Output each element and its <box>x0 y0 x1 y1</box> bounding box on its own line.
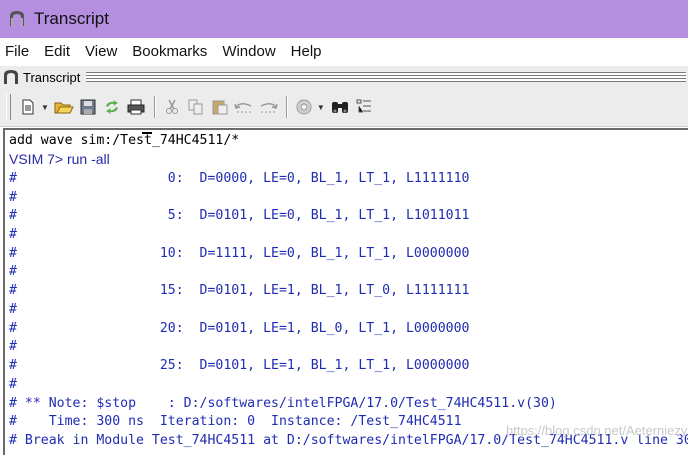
transcript-panel-header[interactable]: Transcript <box>0 66 688 88</box>
new-file-icon[interactable] <box>17 96 39 118</box>
console-line: # 20: D=0101, LE=1, BL_0, LT_1, L0000000 <box>9 321 470 336</box>
console-line: # <box>9 264 17 279</box>
save-icon[interactable] <box>77 96 99 118</box>
window-titlebar: Transcript <box>0 0 688 38</box>
toolbar-handle[interactable] <box>6 94 11 120</box>
paste-icon[interactable] <box>209 96 231 118</box>
console-line: # <box>9 227 17 242</box>
toolbar-separator <box>285 96 288 118</box>
print-icon[interactable] <box>125 96 147 118</box>
watermark: https://blog.csdn.net/Aeterniezy <box>506 423 688 438</box>
console-line: # 15: D=0101, LE=1, BL_1, LT_0, L1111111 <box>9 283 470 298</box>
menu-view[interactable]: View <box>77 43 125 60</box>
console-line: # <box>9 339 17 354</box>
console-line: add wave sim:/Test_74HC4511/* <box>9 133 240 148</box>
cut-icon[interactable] <box>161 96 183 118</box>
compile-icon[interactable] <box>293 96 315 118</box>
find-icon[interactable] <box>329 96 351 118</box>
transcript-panel-icon <box>4 70 18 84</box>
menu-help[interactable]: Help <box>283 43 330 60</box>
new-dropdown-arrow-icon[interactable]: ▼ <box>41 103 49 112</box>
console-note-line: # ** Note: $stop : D:/softwares/intelFPG… <box>9 396 557 411</box>
window-title: Transcript <box>34 9 109 28</box>
menu-bookmarks[interactable]: Bookmarks <box>124 43 215 60</box>
console-line: # <box>9 190 17 205</box>
console-prompt-line: VSIM 7> run -all <box>9 151 110 167</box>
console-line: # <box>9 302 17 317</box>
menu-window[interactable]: Window <box>214 43 283 60</box>
redo-icon[interactable] <box>257 96 279 118</box>
console-note-line: # Time: 300 ns Iteration: 0 Instance: /T… <box>9 414 462 429</box>
compile-dropdown-arrow-icon[interactable]: ▼ <box>317 103 325 112</box>
format-icon[interactable] <box>353 96 375 118</box>
menu-bar: File Edit View Bookmarks Window Help <box>0 38 688 64</box>
panel-title: Transcript <box>23 69 81 85</box>
reload-icon[interactable] <box>101 96 123 118</box>
console-line: # <box>9 377 17 392</box>
transcript-console[interactable]: add wave sim:/Test_74HC4511/* VSIM 7> ru… <box>3 128 688 455</box>
open-folder-icon[interactable] <box>53 96 75 118</box>
menu-file[interactable]: File <box>0 43 37 60</box>
console-line: # 5: D=0101, LE=0, BL_1, LT_1, L1011011 <box>9 208 470 223</box>
transcript-app-icon <box>10 11 24 26</box>
menu-edit[interactable]: Edit <box>36 43 78 60</box>
console-line: # 0: D=0000, LE=0, BL_1, LT_1, L1111110 <box>9 171 470 186</box>
console-line: # 10: D=1111, LE=0, BL_1, LT_1, L0000000 <box>9 246 470 261</box>
console-line: # 25: D=0101, LE=1, BL_1, LT_1, L0000000 <box>9 358 470 373</box>
undo-icon[interactable] <box>233 96 255 118</box>
copy-icon[interactable] <box>185 96 207 118</box>
panel-drag-grip[interactable] <box>86 72 686 82</box>
toolbar-separator <box>153 96 156 118</box>
toolbar: ▼ ▼ <box>0 88 688 127</box>
